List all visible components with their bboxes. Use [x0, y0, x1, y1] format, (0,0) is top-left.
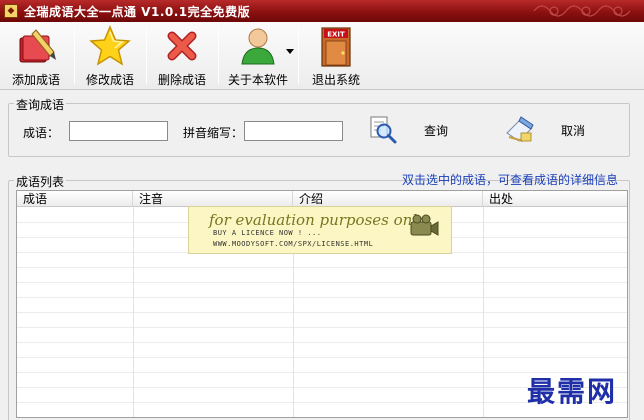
window-title: 全瑞成语大全一点通 V1.0.1完全免费版: [24, 4, 251, 19]
exit-sign-text: EXIT: [327, 31, 345, 39]
list-hint-text: 双击选中的成语，可查看成语的详细信息: [402, 173, 619, 187]
title-bar[interactable]: ◆ 全瑞成语大全一点通 V1.0.1完全免费版: [0, 0, 644, 22]
evaluation-line-1: for evaluation purposes only.: [209, 211, 429, 229]
cancel-label: 取消: [561, 123, 586, 138]
about-software-label: 关于本软件: [228, 73, 289, 87]
toolbar-separator: [218, 28, 219, 84]
exit-door-icon: EXIT: [321, 27, 351, 67]
column-header-idiom[interactable]: 成语: [17, 191, 133, 207]
evaluation-line-3: WWW.MOODYSOFT.COM/SPX/LICENSE.HTML: [213, 240, 374, 248]
add-book-icon: [19, 29, 56, 63]
evaluation-line-2: BUY A LICENCE NOW ! ...: [213, 229, 322, 237]
idiom-input[interactable]: [69, 121, 168, 141]
toolbar-separator: [298, 28, 299, 84]
add-idiom-label: 添加成语: [12, 73, 61, 87]
search-label: 查询: [424, 123, 449, 138]
delete-idiom-button[interactable]: 删除成语: [158, 24, 206, 88]
pinyin-input[interactable]: [244, 121, 343, 141]
table-header: 成语 注音 介绍 出处: [17, 191, 627, 207]
search-button[interactable]: 查询: [368, 115, 448, 145]
toolbar-separator: [74, 28, 75, 84]
app-icon: ◆: [4, 4, 18, 18]
star-icon: [89, 25, 131, 66]
idiom-list-legend: 成语列表: [14, 173, 67, 190]
delete-x-icon: [167, 31, 197, 61]
about-software-button[interactable]: 关于本软件: [228, 24, 288, 88]
idiom-label: 成语：: [23, 126, 60, 140]
column-divider: [483, 191, 484, 417]
titlebar-ornament-icon: [533, 5, 631, 17]
camera-icon: [410, 214, 439, 236]
about-dropdown-arrow-icon[interactable]: [286, 49, 294, 54]
delete-idiom-label: 删除成语: [158, 73, 207, 87]
search-icon: [370, 116, 397, 144]
evaluation-banner: for evaluation purposes only. BUY A LICE…: [188, 206, 452, 254]
query-group-legend: 查询成语: [14, 96, 67, 113]
column-header-introduction[interactable]: 介绍: [293, 191, 483, 207]
toolbar-separator: [146, 28, 147, 84]
cancel-button[interactable]: 取消: [503, 115, 585, 145]
exit-system-label: 退出系统: [312, 73, 361, 87]
site-watermark-logo: 最需网: [527, 375, 618, 408]
user-icon: [241, 28, 275, 65]
edit-idiom-label: 修改成语: [86, 73, 135, 87]
toolbar: 添加成语 修改成语 删除成语 关于本软件 EXIT 退出系统: [0, 22, 644, 90]
column-header-pronunciation[interactable]: 注音: [133, 191, 293, 207]
column-divider: [133, 191, 134, 417]
eraser-icon: [506, 116, 534, 142]
exit-system-button[interactable]: EXIT 退出系统: [312, 24, 360, 88]
column-header-source[interactable]: 出处: [483, 191, 627, 207]
pinyin-label: 拼音缩写：: [183, 126, 244, 140]
add-idiom-button[interactable]: 添加成语: [12, 24, 60, 88]
edit-idiom-button[interactable]: 修改成语: [86, 24, 134, 88]
